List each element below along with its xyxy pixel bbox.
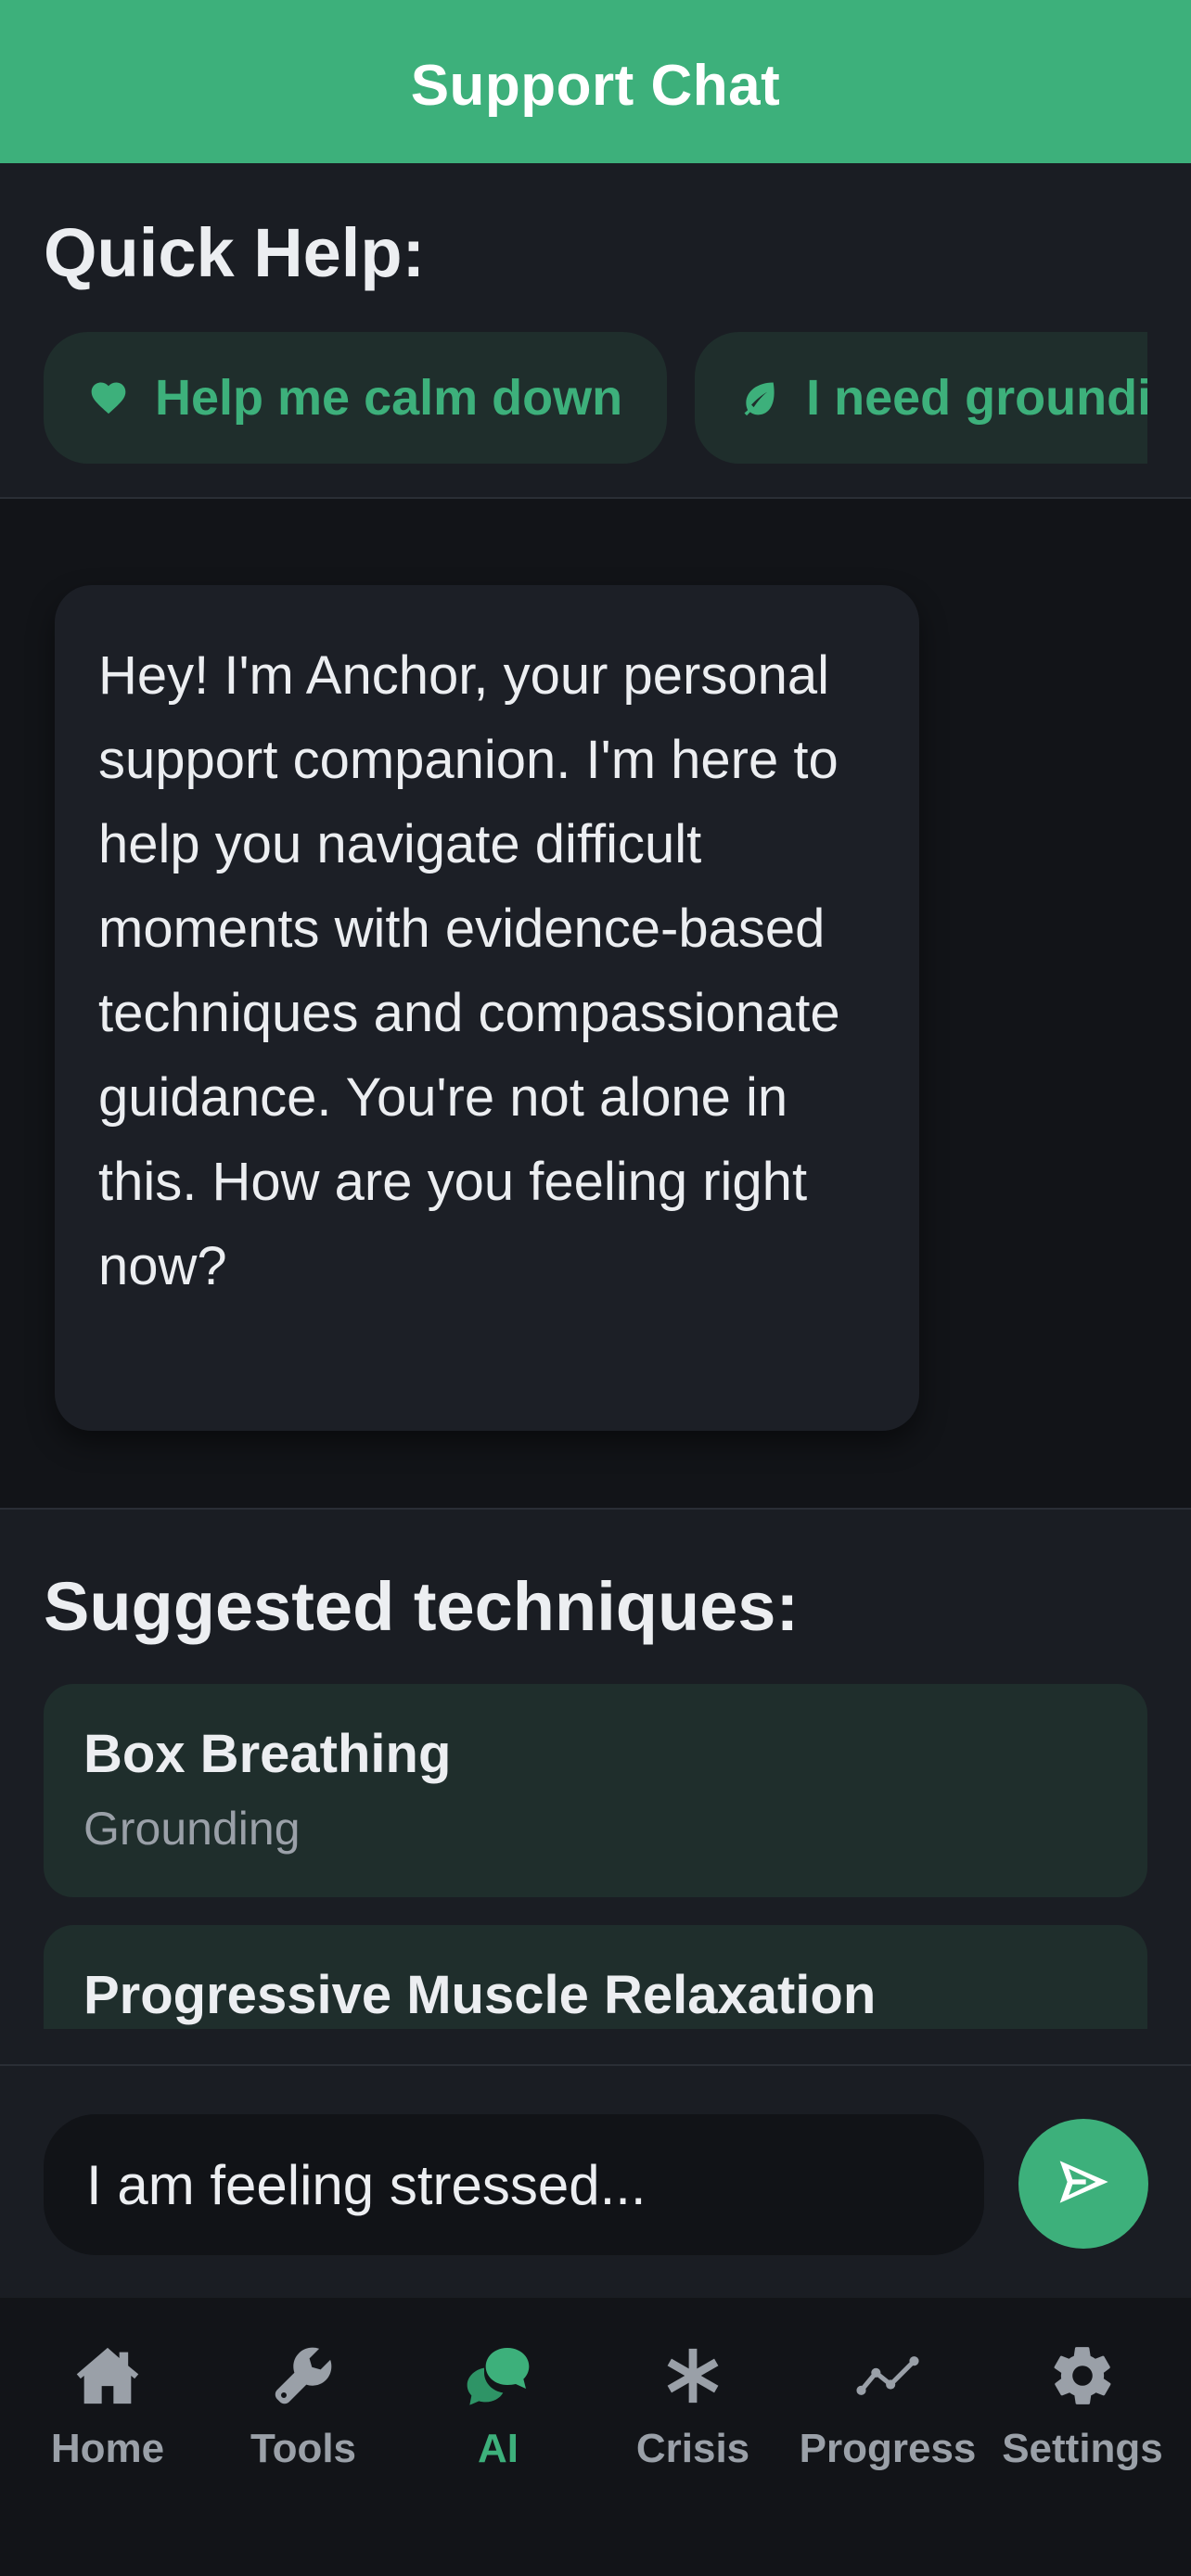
nav-item-tools[interactable]: Tools [215, 2339, 391, 2487]
gear-icon [1045, 2339, 1120, 2413]
bottom-nav: Home Tools AI Crisis Progress Settings [0, 2298, 1191, 2576]
chip-label: I need grounding [806, 370, 1147, 426]
nav-label: Progress [799, 2426, 977, 2471]
asterisk-icon [656, 2339, 730, 2413]
send-icon [1054, 2152, 1113, 2216]
app-header: Support Chat [0, 0, 1191, 163]
heart-icon [88, 377, 129, 418]
message-composer: I am feeling stressed... [0, 2064, 1191, 2298]
home-icon [70, 2339, 145, 2413]
technique-name: Box Breathing [83, 1724, 452, 1784]
page-title: Support Chat [410, 53, 781, 118]
chip-grounding[interactable]: I need grounding [695, 332, 1147, 464]
send-button[interactable] [1018, 2119, 1148, 2249]
chat-messages[interactable]: Hey! I'm Anchor, your personal support c… [0, 499, 1191, 1508]
quick-help-title: Quick Help: [44, 214, 426, 291]
technique-category: Grounding [83, 1803, 301, 1855]
suggested-techniques-title: Suggested techniques: [44, 1568, 800, 1645]
chip-calm-down[interactable]: Help me calm down [44, 332, 668, 464]
nav-item-ai[interactable]: AI [410, 2339, 586, 2487]
technique-name: Progressive Muscle Relaxation [83, 1965, 877, 2025]
message-input[interactable]: I am feeling stressed... [44, 2114, 984, 2255]
suggested-techniques-section: Suggested techniques: Box Breathing Grou… [0, 1508, 1191, 2064]
technique-card-progressive-muscle-relaxation[interactable]: Progressive Muscle Relaxation [44, 1925, 1147, 2029]
nav-item-progress[interactable]: Progress [800, 2339, 976, 2487]
chip-label: Help me calm down [155, 370, 623, 426]
nav-item-home[interactable]: Home [19, 2339, 196, 2487]
nav-label: AI [478, 2426, 519, 2471]
technique-card-box-breathing[interactable]: Box Breathing Grounding [44, 1684, 1147, 1897]
nav-label: Home [50, 2426, 165, 2471]
nav-label: Crisis [635, 2426, 750, 2471]
nav-label: Settings [1002, 2426, 1163, 2471]
wrench-icon [266, 2339, 340, 2413]
leaf-icon [739, 377, 780, 418]
chat-bubbles-icon [461, 2339, 535, 2413]
nav-item-crisis[interactable]: Crisis [605, 2339, 781, 2487]
quick-help-chip-row[interactable]: Help me calm down I need grounding [44, 332, 1147, 464]
app-root: Support Chat Quick Help: Help me calm do… [0, 0, 1191, 2576]
nav-item-settings[interactable]: Settings [994, 2339, 1171, 2487]
assistant-message-bubble: Hey! I'm Anchor, your personal support c… [55, 585, 919, 1431]
line-chart-icon [851, 2339, 925, 2413]
quick-help-section: Quick Help: Help me calm down I need gro… [0, 163, 1191, 499]
message-text: Hey! I'm Anchor, your personal support c… [98, 645, 840, 1296]
nav-label: Tools [250, 2426, 357, 2471]
technique-list[interactable]: Box Breathing Grounding Progressive Musc… [44, 1684, 1147, 2029]
